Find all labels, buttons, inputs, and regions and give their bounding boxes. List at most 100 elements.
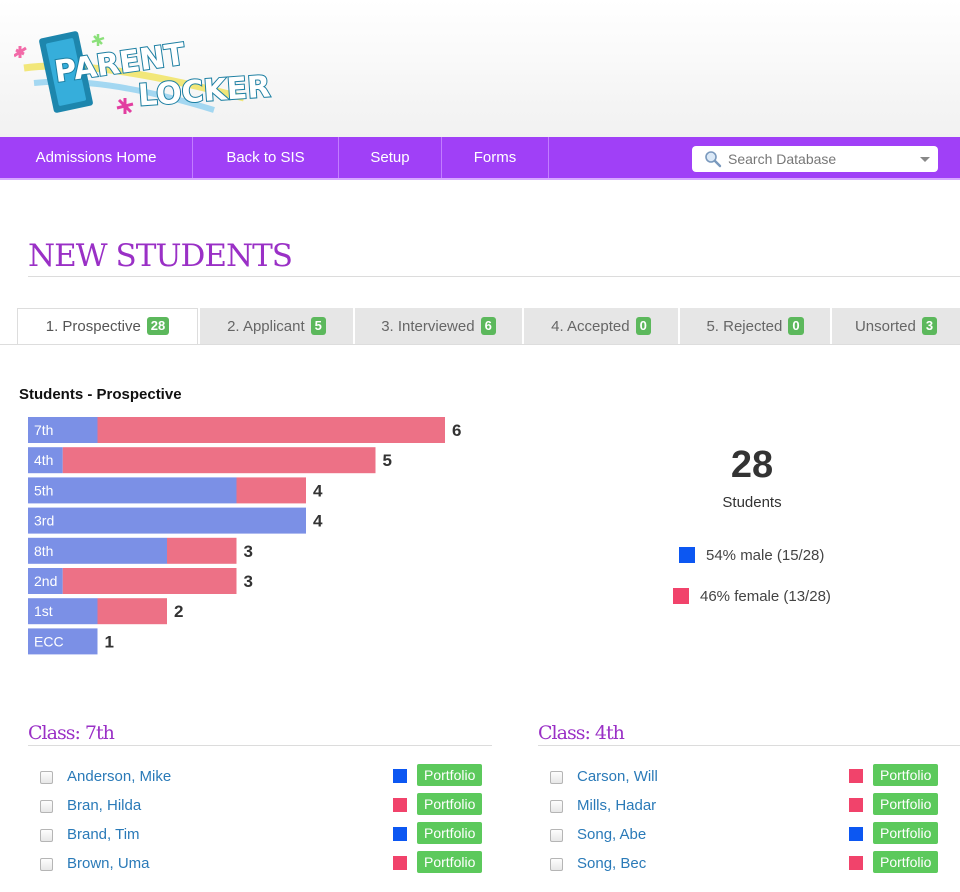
search-box[interactable] [692, 146, 938, 172]
bar-category-label: 3rd [34, 513, 54, 529]
student-row: Bran, Hilda Portfolio [40, 793, 497, 819]
nav-setup[interactable]: Setup [339, 137, 442, 178]
tab-count-badge: 3 [921, 317, 938, 335]
student-row: Mills, Hadar Portfolio [550, 793, 953, 819]
female-legend-text: 46% female (13/28) [700, 588, 831, 605]
grade-bar-chart: 7th 6 4th 5 5th 4 3rd 4 8th 3 2nd 3 1st 2 ECC 1 [28, 417, 461, 655]
portfolio-button[interactable]: Portfolio [873, 764, 939, 786]
student-name-link[interactable]: Bran, Hilda [67, 797, 141, 814]
student-select-checkbox[interactable] [40, 800, 53, 813]
tab-label: 5. Rejected [706, 318, 783, 335]
portfolio-button[interactable]: Portfolio [873, 851, 939, 873]
portfolio-button[interactable]: Portfolio [417, 793, 483, 815]
student-row: Anderson, Mike Portfolio [40, 764, 497, 790]
student-name-link[interactable]: Carson, Will [577, 768, 658, 785]
bar-female-segment [97, 417, 445, 443]
tab-prospective[interactable]: 1. Prospective 28 [17, 308, 198, 345]
gender-indicator [849, 827, 863, 841]
page-title: NEW STUDENTS [28, 238, 293, 274]
student-row: Carson, Will Portfolio [550, 764, 953, 790]
student-name-link[interactable]: Mills, Hadar [577, 797, 656, 814]
bar-category-label: 2nd [34, 573, 57, 589]
bar-category-label: 7th [34, 422, 53, 438]
tab-count-badge: 5 [310, 317, 326, 335]
student-name-link[interactable]: Song, Abe [577, 826, 646, 843]
tab-label: 3. Interviewed [381, 318, 475, 335]
chart-title: Students - Prospective [19, 386, 182, 403]
tab-label: 2. Applicant [227, 318, 305, 335]
portfolio-button[interactable]: Portfolio [417, 851, 483, 873]
tab-count-badge: 6 [480, 317, 496, 335]
student-select-checkbox[interactable] [550, 858, 563, 871]
chevron-down-icon[interactable] [920, 157, 930, 162]
tab-rejected[interactable]: 5. Rejected 0 [680, 308, 830, 345]
student-select-checkbox[interactable] [550, 771, 563, 784]
bar-total-label: 2 [174, 602, 183, 621]
parent-locker-logo[interactable]: PARENT LOCKER [13, 28, 274, 124]
bar-category-label: 4th [34, 452, 53, 468]
student-select-checkbox[interactable] [40, 829, 53, 842]
bar-female-segment [62, 447, 376, 474]
male-legend-swatch [679, 547, 695, 563]
main-nav: Admissions Home Back to SIS Setup Forms [0, 137, 960, 180]
tab-interviewed[interactable]: 3. Interviewed 6 [355, 308, 522, 345]
bar-female-segment [62, 568, 237, 594]
bar-category-label: 1st [34, 603, 53, 619]
total-students-count: 28 [730, 444, 774, 486]
bar-female-segment [167, 537, 237, 564]
bar-total-label: 3 [244, 542, 253, 561]
class-divider [538, 745, 960, 746]
tab-unsorted[interactable]: Unsorted 3 [832, 308, 960, 345]
portfolio-button[interactable]: Portfolio [417, 764, 483, 786]
student-row: Song, Abe Portfolio [550, 822, 953, 848]
student-name-link[interactable]: Anderson, Mike [67, 768, 171, 785]
bar-male-segment [28, 507, 306, 534]
portfolio-button[interactable]: Portfolio [417, 822, 483, 844]
gender-indicator [849, 769, 863, 783]
student-name-link[interactable]: Song, Bec [577, 855, 646, 872]
bar-category-label: 5th [34, 482, 53, 498]
student-select-checkbox[interactable] [40, 858, 53, 871]
male-legend-text: 54% male (15/28) [706, 547, 825, 564]
bar-total-label: 3 [244, 572, 253, 591]
bar-total-label: 4 [313, 512, 323, 531]
header: PARENT LOCKER [0, 0, 960, 137]
student-row: Song, Bec Portfolio [550, 851, 953, 877]
bar-category-label: 8th [34, 543, 53, 559]
gender-indicator [393, 856, 407, 870]
student-row: Brand, Tim Portfolio [40, 822, 497, 848]
tab-accepted[interactable]: 4. Accepted 0 [524, 308, 678, 345]
student-row: Brown, Uma Portfolio [40, 851, 497, 877]
nav-back-to-sis[interactable]: Back to SIS [193, 137, 339, 178]
class-divider [28, 745, 492, 746]
student-name-link[interactable]: Brand, Tim [67, 826, 140, 843]
portfolio-button[interactable]: Portfolio [873, 822, 939, 844]
student-select-checkbox[interactable] [40, 771, 53, 784]
bar-total-label: 1 [105, 632, 114, 651]
gender-indicator [393, 769, 407, 783]
portfolio-button[interactable]: Portfolio [873, 793, 939, 815]
student-name-link[interactable]: Brown, Uma [67, 855, 150, 872]
bar-category-label: ECC [34, 633, 64, 649]
tab-applicant[interactable]: 2. Applicant 5 [200, 308, 353, 345]
nav-forms[interactable]: Forms [442, 137, 549, 178]
nav-admissions-home[interactable]: Admissions Home [0, 137, 193, 178]
tab-count-badge: 0 [788, 317, 804, 335]
student-select-checkbox[interactable] [550, 829, 563, 842]
status-tabs: 1. Prospective 28 2. Applicant 5 3. Interv… [0, 308, 960, 345]
total-students-label: Students [722, 494, 782, 511]
student-select-checkbox[interactable] [550, 800, 563, 813]
tab-label: 1. Prospective [45, 318, 141, 335]
gender-indicator [393, 827, 407, 841]
search-icon [705, 151, 722, 168]
tabs-divider [0, 344, 960, 345]
class-title-7th: Class: 7th [28, 722, 115, 744]
title-divider [28, 276, 960, 277]
bar-total-label: 6 [452, 421, 461, 440]
bar-female-segment [97, 598, 167, 625]
class-title-4th: Class: 4th [538, 722, 625, 744]
tab-label: 4. Accepted [551, 318, 630, 335]
gender-indicator [849, 798, 863, 812]
search-input[interactable] [728, 146, 913, 172]
bar-total-label: 5 [383, 451, 392, 470]
